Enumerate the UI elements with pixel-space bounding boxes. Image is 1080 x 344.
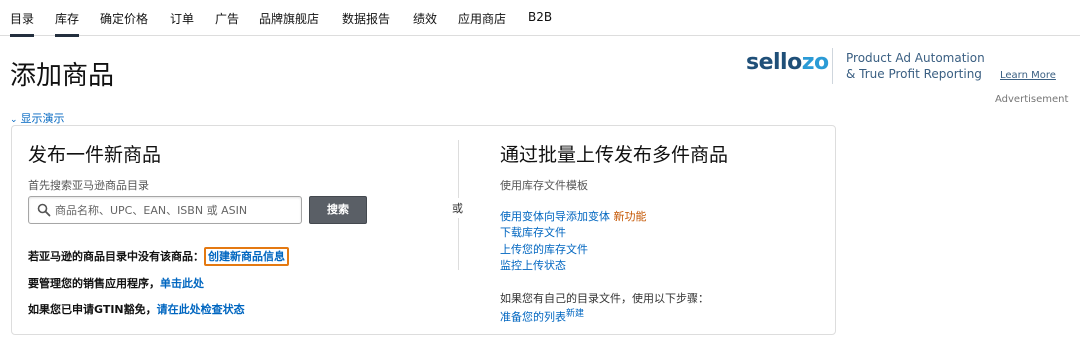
- check-status-link[interactable]: 请在此处检查状态: [157, 303, 245, 316]
- chevron-down-icon: ⌄: [10, 115, 18, 125]
- show-demo-label: 显示演示: [20, 112, 65, 125]
- new-feature-badge: 新功能: [613, 210, 647, 223]
- upload-inventory-link[interactable]: 上传您的库存文件: [500, 241, 588, 257]
- nav-item-performance[interactable]: 绩效: [413, 10, 437, 34]
- prepare-listing-label: 准备您的列表: [500, 310, 566, 324]
- search-icon: [37, 203, 51, 217]
- advertisement-label: Advertisement: [995, 94, 1069, 105]
- single-product-title: 发布一件新商品: [28, 144, 162, 166]
- new-superscript: 新建: [566, 309, 585, 319]
- nav-item-pricing[interactable]: 确定价格: [100, 10, 148, 34]
- logo-text-part2: zo: [801, 50, 829, 75]
- nav-item-catalog[interactable]: 目录: [10, 10, 35, 37]
- single-product-section: 发布一件新商品 首先搜索亚马逊商品目录 搜索 若亚马逊的商品目录中没有该商品：创…: [28, 140, 448, 316]
- top-nav: 目录 库存 确定价格 订单 广告 品牌旗舰店 数据报告 绩效 应用商店 B2B: [0, 0, 1080, 37]
- bulk-upload-section: 通过批量上传发布多件商品 使用库存文件模板 使用变体向导添加变体 新功能 下载库…: [500, 140, 820, 324]
- ad-tagline-line1: Product Ad Automation: [846, 51, 985, 65]
- create-listing-row: 若亚马逊的商品目录中没有该商品： 创建新商品信息: [28, 247, 289, 266]
- logo-text-part1: sello: [746, 50, 802, 75]
- variation-wizard-link[interactable]: 使用变体向导添加变体 新功能: [500, 208, 647, 224]
- nav-item-brand-stores[interactable]: 品牌旗舰店: [259, 10, 319, 34]
- gtin-exemption-row: 如果您已申请GTIN豁免，请在此处检查状态: [28, 301, 245, 317]
- prepare-listing-link[interactable]: 准备您的列表新建: [500, 306, 584, 325]
- sellozo-logo[interactable]: sellozo: [746, 50, 829, 75]
- advertisement-banner[interactable]: sellozo Product Ad Automation & True Pro…: [746, 48, 1069, 110]
- click-here-link[interactable]: 单击此处: [160, 277, 204, 290]
- catalog-search-box[interactable]: [28, 196, 302, 224]
- own-catalog-text: 如果您有自己的目录文件，使用以下步骤：: [500, 292, 709, 305]
- or-label: 或: [452, 198, 463, 218]
- search-button[interactable]: 搜索: [309, 196, 367, 224]
- single-product-subtitle: 首先搜索亚马逊商品目录: [28, 179, 149, 192]
- variation-wizard-label: 使用变体向导添加变体: [500, 210, 610, 223]
- create-listing-text: 若亚马逊的商品目录中没有该商品：: [28, 250, 204, 263]
- nav-item-b2b[interactable]: B2B: [528, 10, 552, 31]
- gtin-exemption-text: 如果您已申请GTIN豁免，: [28, 303, 157, 316]
- catalog-search-row: 搜索: [28, 196, 368, 226]
- ad-separator: [832, 48, 833, 84]
- create-new-listing-link[interactable]: 创建新商品信息: [204, 247, 289, 266]
- add-product-panel: 发布一件新商品 首先搜索亚马逊商品目录 搜索 若亚马逊的商品目录中没有该商品：创…: [11, 125, 836, 335]
- ad-tagline-line2: & True Profit Reporting: [846, 67, 982, 81]
- bulk-upload-subtitle: 使用库存文件模板: [500, 179, 588, 192]
- ad-tagline: Product Ad Automation & True Profit Repo…: [846, 50, 985, 82]
- download-inventory-link[interactable]: 下载库存文件: [500, 224, 566, 240]
- show-demo-toggle[interactable]: ⌄ 显示演示: [10, 110, 65, 126]
- bulk-upload-title: 通过批量上传发布多件商品: [500, 144, 729, 166]
- learn-more-link[interactable]: Learn More: [1000, 70, 1056, 81]
- nav-item-orders[interactable]: 订单: [170, 10, 194, 34]
- manage-apps-text: 要管理您的销售应用程序，: [28, 277, 160, 290]
- nav-item-app-store[interactable]: 应用商店: [458, 10, 506, 34]
- nav-item-advertising[interactable]: 广告: [215, 10, 239, 34]
- catalog-search-input[interactable]: [55, 200, 295, 220]
- manage-apps-row: 要管理您的销售应用程序，单击此处: [28, 275, 204, 291]
- monitor-upload-link[interactable]: 监控上传状态: [500, 257, 566, 273]
- nav-item-reports[interactable]: 数据报告: [342, 10, 390, 34]
- nav-item-inventory[interactable]: 库存: [55, 10, 80, 37]
- page-title: 添加商品: [10, 61, 115, 91]
